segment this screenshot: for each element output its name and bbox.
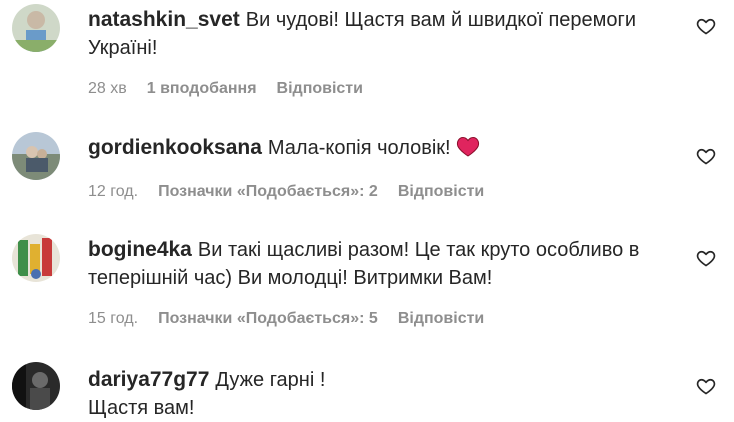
user-avatar-icon xyxy=(12,132,60,180)
comment-message: Мала-копія чоловік! xyxy=(267,137,451,159)
comment-meta: 28 хв 1 вподобання Відповісти xyxy=(88,80,688,98)
comment-text: dariya77g77 Дуже гарні ! Щастя вам! xyxy=(88,366,368,422)
user-avatar-icon xyxy=(12,4,60,52)
comment-username[interactable]: gordienkooksana xyxy=(88,136,262,159)
comment-text: natashkin_svet Ви чудові! Щастя вам й шви… xyxy=(88,6,688,62)
reply-button[interactable]: Відповісти xyxy=(398,183,484,201)
avatar[interactable] xyxy=(12,362,60,410)
user-avatar-icon xyxy=(12,362,60,410)
comment-time[interactable]: 28 хв xyxy=(88,80,127,98)
comment-meta: 15 год. Позначки «Подобається»: 5 Відпов… xyxy=(88,310,688,328)
comment-likes[interactable]: 1 вподобання xyxy=(147,80,257,98)
comment-username[interactable]: dariya77g77 xyxy=(88,368,209,391)
comment-time[interactable]: 15 год. xyxy=(88,310,138,328)
red-heart-emoji-icon xyxy=(455,135,481,165)
reply-button[interactable]: Відповісти xyxy=(398,310,484,328)
heart-outline-icon[interactable] xyxy=(696,248,716,268)
comment-likes[interactable]: Позначки «Подобається»: 2 xyxy=(158,183,378,201)
comment-username[interactable]: natashkin_svet xyxy=(88,8,240,31)
heart-outline-icon[interactable] xyxy=(696,146,716,166)
avatar[interactable] xyxy=(12,132,60,180)
comment-time[interactable]: 12 год. xyxy=(88,183,138,201)
heart-outline-icon[interactable] xyxy=(696,376,716,396)
avatar[interactable] xyxy=(12,234,60,282)
reply-button[interactable]: Відповісти xyxy=(277,80,363,98)
user-avatar-icon xyxy=(12,234,60,282)
comments-list: natashkin_svet Ви чудові! Щастя вам й шви… xyxy=(0,0,734,422)
heart-outline-icon[interactable] xyxy=(696,16,716,36)
comment-text: gordienkooksana Мала-копія чоловік! xyxy=(88,134,688,165)
comment-username[interactable]: bogine4ka xyxy=(88,238,192,261)
comment-likes[interactable]: Позначки «Подобається»: 5 xyxy=(158,310,378,328)
comment-text: bogine4ka Ви такі щасливі разом! Це так к… xyxy=(88,236,688,292)
comment-meta: 12 год. Позначки «Подобається»: 2 Відпов… xyxy=(88,183,688,201)
avatar[interactable] xyxy=(12,4,60,52)
